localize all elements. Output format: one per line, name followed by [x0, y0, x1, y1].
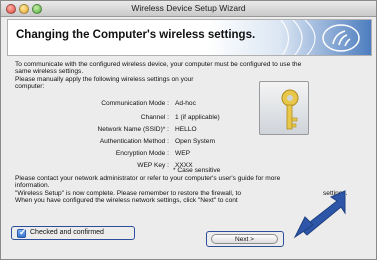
- intro-line-2: same wireless settings.: [15, 68, 84, 75]
- header-banner: Changing the Computer's wireless setting…: [7, 19, 372, 56]
- setting-label: Encryption Mode :: [115, 150, 169, 157]
- contact-line-1: Please contact your network administrato…: [15, 175, 281, 182]
- checkmark-icon: ✓: [19, 227, 27, 237]
- setting-row: Communication Mode : Ad-hoc: [15, 100, 255, 109]
- pointer-arrow-icon: [293, 190, 346, 239]
- setting-label: Authentication Method :: [99, 138, 169, 145]
- key-icon: [259, 81, 309, 135]
- setting-row: Network Name (SSID)* : HELLO: [15, 126, 255, 135]
- setting-label: Channel :: [140, 114, 169, 121]
- setting-row: Channel : 1 (if applicable): [15, 114, 255, 123]
- setting-value: HELLO: [175, 126, 197, 133]
- intro-line-4: computer:: [15, 83, 45, 90]
- setting-value: Ad-hoc: [175, 100, 196, 107]
- setting-label: WEP Key :: [137, 162, 169, 169]
- title-bar[interactable]: Wireless Device Setup Wizard: [1, 1, 376, 17]
- setting-label: Network Name (SSID)* :: [97, 126, 169, 133]
- contact-line-3-start: "Wireless Setup" is now complete. Please…: [15, 189, 242, 197]
- setting-value: Open System: [175, 138, 215, 145]
- confirm-checkbox-label[interactable]: Checked and confirmed: [30, 229, 104, 236]
- setting-label: Communication Mode :: [101, 100, 169, 107]
- page-title: Changing the Computer's wireless setting…: [16, 29, 256, 41]
- wizard-window: Wireless Device Setup Wizard Changing th…: [0, 0, 377, 260]
- setting-row: Encryption Mode : WEP: [15, 150, 255, 159]
- next-button-label[interactable]: Next >: [211, 234, 278, 244]
- checkbox-box[interactable]: ✓: [17, 227, 27, 238]
- wireless-signal-icon: [280, 20, 360, 55]
- window-title: Wireless Device Setup Wizard: [131, 3, 246, 13]
- confirm-checkbox[interactable]: ✓ Checked and confirmed: [11, 226, 135, 240]
- setting-value: 1 (if applicable): [175, 114, 220, 121]
- setting-value: WEP: [175, 150, 191, 157]
- case-sensitive-note: * Case sensitive: [173, 167, 221, 174]
- setting-row: Authentication Method : Open System: [15, 138, 255, 147]
